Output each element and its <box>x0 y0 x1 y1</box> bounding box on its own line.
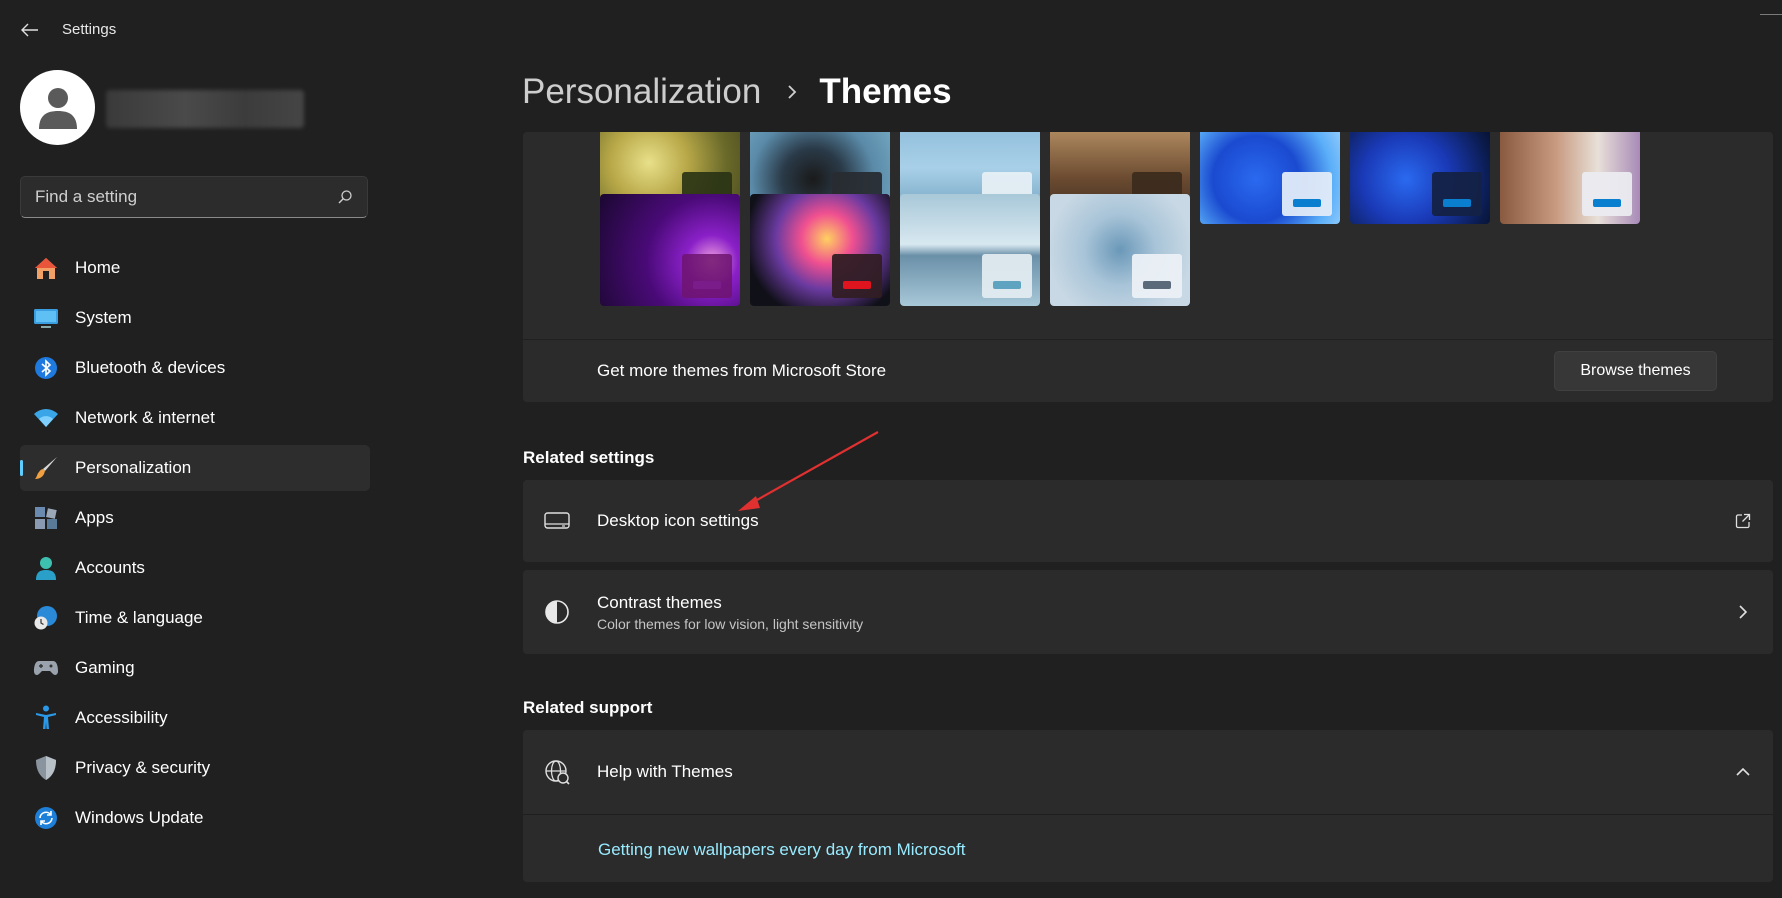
back-button[interactable] <box>16 16 44 44</box>
sidebar-item-label: Network & internet <box>75 408 215 427</box>
sidebar-item-label: Bluetooth & devices <box>75 358 226 377</box>
theme-accent-swatch <box>693 281 721 289</box>
breadcrumb: Personalization Themes <box>522 72 952 112</box>
sidebar-item-label: Apps <box>75 508 114 527</box>
username-redacted <box>106 90 304 128</box>
accessibility-icon <box>33 705 59 731</box>
theme-thumbnail[interactable] <box>1200 132 1340 224</box>
sidebar-item-time-language[interactable]: Time & language <box>20 595 370 641</box>
app-title: Settings <box>62 21 117 38</box>
desktop-icon-settings-row[interactable]: Desktop icon settings <box>523 480 1773 562</box>
sidebar-item-label: Privacy & security <box>75 758 211 777</box>
themes-gallery <box>523 132 1773 339</box>
theme-thumbnail[interactable] <box>1350 132 1490 224</box>
back-arrow-icon <box>21 23 38 37</box>
help-with-themes-label: Help with Themes <box>597 762 733 781</box>
contrast-themes-row[interactable]: Contrast themes Color themes for low vis… <box>523 570 1773 654</box>
theme-thumbnail[interactable] <box>900 194 1040 306</box>
theme-thumbnail[interactable] <box>750 194 890 306</box>
home-icon <box>33 255 59 281</box>
help-with-themes-row[interactable]: Help with Themes <box>523 730 1773 814</box>
get-more-themes-row: Get more themes from Microsoft Store Bro… <box>523 340 1773 402</box>
sidebar-item-label: Gaming <box>75 658 135 677</box>
theme-accent-swatch <box>843 281 871 289</box>
gamepad-icon <box>33 655 59 681</box>
monitor-icon <box>543 507 571 535</box>
contrast-themes-label: Contrast themes <box>597 592 722 612</box>
store-text: Get more themes from Microsoft Store <box>597 361 887 380</box>
person-icon <box>38 87 77 129</box>
bluetooth-icon <box>33 355 59 381</box>
brush-icon <box>33 455 59 481</box>
sidebar-item-bluetooth[interactable]: Bluetooth & devices <box>20 345 370 391</box>
wallpapers-help-link[interactable]: Getting new wallpapers every day from Mi… <box>598 840 966 860</box>
sidebar-item-label: Accessibility <box>75 708 168 727</box>
sidebar-item-label: Personalization <box>75 458 192 477</box>
theme-accent-swatch <box>993 281 1021 289</box>
sidebar-item-accounts[interactable]: Accounts <box>20 545 370 591</box>
theme-accent-swatch <box>1143 281 1171 289</box>
search-box[interactable] <box>20 176 368 218</box>
sidebar-item-label: Accounts <box>75 558 145 577</box>
sidebar-item-privacy[interactable]: Privacy & security <box>20 745 370 791</box>
sidebar-item-label: Home <box>75 258 121 277</box>
title-bar: Settings <box>0 0 1782 60</box>
sidebar-item-network[interactable]: Network & internet <box>20 395 370 441</box>
globe-help-icon <box>543 758 571 786</box>
minimize-button[interactable] <box>1760 14 1782 15</box>
related-settings-heading: Related settings <box>523 448 655 467</box>
sidebar-item-label: Windows Update <box>75 808 204 827</box>
browse-themes-button[interactable]: Browse themes <box>1554 351 1717 391</box>
clock-globe-icon <box>33 605 59 631</box>
shield-icon <box>33 755 59 781</box>
chevron-right-icon <box>1733 602 1753 622</box>
sidebar-item-home[interactable]: Home <box>20 245 370 291</box>
breadcrumb-parent[interactable]: Personalization <box>522 72 761 112</box>
help-links-panel: Getting new wallpapers every day from Mi… <box>523 814 1773 882</box>
contrast-themes-description: Color themes for low vision, light sensi… <box>597 615 864 632</box>
theme-thumbnail[interactable] <box>1500 132 1640 224</box>
theme-accent-swatch <box>1593 199 1621 207</box>
page-title: Themes <box>819 72 952 111</box>
sidebar-item-apps[interactable]: Apps <box>20 495 370 541</box>
avatar[interactable] <box>20 70 95 145</box>
desktop-icon-settings-label: Desktop icon settings <box>597 511 759 530</box>
theme-accent-swatch <box>1443 199 1471 207</box>
sidebar-nav: Home System Bluetooth & devices Network … <box>20 245 370 845</box>
sidebar-item-accessibility[interactable]: Accessibility <box>20 695 370 741</box>
sidebar-item-label: System <box>75 308 132 327</box>
sidebar-item-windows-update[interactable]: Windows Update <box>20 795 370 841</box>
sidebar-item-personalization[interactable]: Personalization <box>20 445 370 491</box>
system-icon <box>33 305 59 331</box>
theme-thumbnail[interactable] <box>600 194 740 306</box>
apps-icon <box>33 505 59 531</box>
search-input[interactable] <box>35 187 337 207</box>
sidebar-item-system[interactable]: System <box>20 295 370 341</box>
wifi-icon <box>33 405 59 431</box>
update-icon <box>33 805 59 831</box>
search-icon[interactable] <box>337 189 353 205</box>
chevron-up-icon[interactable] <box>1733 762 1753 782</box>
sidebar-item-label: Time & language <box>75 608 203 627</box>
theme-thumbnail[interactable] <box>1050 194 1190 306</box>
open-external-icon <box>1733 511 1753 531</box>
theme-accent-swatch <box>1293 199 1321 207</box>
chevron-right-icon <box>787 84 797 100</box>
sidebar-item-gaming[interactable]: Gaming <box>20 645 370 691</box>
account-icon <box>33 555 59 581</box>
contrast-icon <box>543 598 571 626</box>
related-support-heading: Related support <box>523 698 653 717</box>
